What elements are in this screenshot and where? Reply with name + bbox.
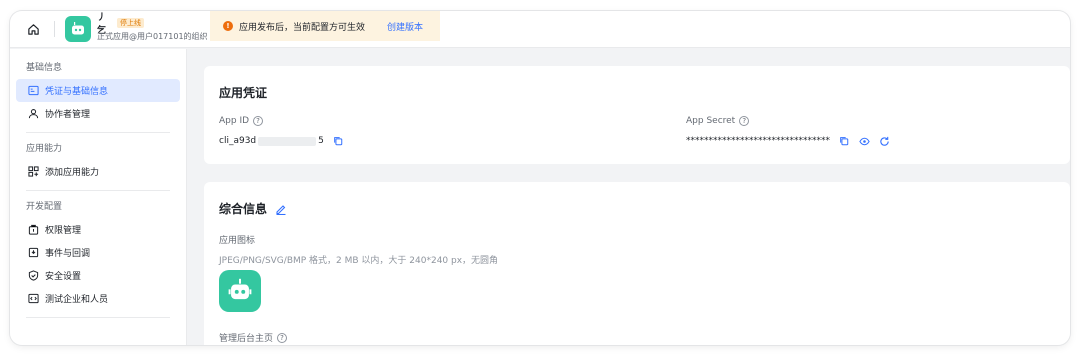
- sidebar-item-label: 测试企业和人员: [45, 295, 109, 305]
- general-info-card: 综合信息 应用图标 JPEG/PNG/SVG/BMP 格式，2 MB 以内，大于…: [204, 182, 1070, 345]
- app-secret-value: ********************************: [686, 135, 890, 147]
- sidebar-item-add-capability[interactable]: 添加应用能力: [16, 160, 180, 183]
- redacted-mask: [258, 136, 317, 146]
- sidebar-item-permissions[interactable]: 权限管理: [16, 218, 180, 241]
- user-icon: [27, 108, 39, 120]
- home-icon[interactable]: [20, 16, 46, 42]
- alert-icon: !: [223, 21, 233, 31]
- copy-icon[interactable]: [838, 135, 850, 147]
- app-icon-preview[interactable]: [219, 270, 261, 312]
- divider: [26, 317, 170, 318]
- status-badge: 停上线: [117, 17, 144, 28]
- admin-home-label: 管理后台主页 ?: [219, 331, 288, 344]
- credentials-card: 应用凭证 App ID ? cli_a93d 5 App Secret ? **…: [204, 66, 1070, 164]
- copy-icon[interactable]: [332, 135, 344, 147]
- refresh-icon[interactable]: [878, 135, 890, 147]
- card-title: 应用凭证: [219, 86, 268, 100]
- sidebar-item-security[interactable]: 安全设置: [16, 264, 180, 287]
- edit-icon[interactable]: [275, 203, 287, 215]
- secret-mask-text: ********************************: [686, 136, 830, 146]
- test-icon: [27, 293, 39, 305]
- app-icon-label: 应用图标: [219, 236, 256, 246]
- app-meta: 丿 乞 停上线 正式应用@用户017101的组织: [97, 13, 208, 42]
- notice-text: 应用发布后，当前配置方可生效: [239, 22, 366, 33]
- top-bar: 丿 乞 停上线 正式应用@用户017101的组织 ! 应用发布后，当前配置方可生…: [10, 11, 1070, 48]
- sidebar-item-label: 安全设置: [45, 272, 82, 282]
- divider: [26, 190, 170, 191]
- app-id-label: App ID ?: [219, 116, 264, 126]
- help-icon[interactable]: ?: [253, 116, 264, 126]
- app-secret-label: App Secret ?: [686, 116, 750, 126]
- sidebar-group-capabilities: 应用能力: [26, 144, 63, 154]
- sidebar-item-label: 添加应用能力: [45, 168, 100, 178]
- help-icon[interactable]: ?: [739, 116, 750, 126]
- app-id-suffix: 5: [318, 136, 324, 146]
- field-label-text: App ID: [219, 116, 250, 126]
- permission-icon: [27, 224, 39, 236]
- sidebar-item-events[interactable]: 事件与回调: [16, 241, 180, 264]
- field-label-text: App Secret: [686, 116, 736, 126]
- card-title-row: 综合信息: [219, 200, 287, 217]
- app-logo: [65, 16, 91, 42]
- sidebar-item-collaborators[interactable]: 协作者管理: [16, 102, 180, 125]
- app-id-prefix: cli_a93d: [219, 136, 257, 146]
- app-org: 正式应用@用户017101的组织: [97, 32, 208, 41]
- sidebar-item-label: 协作者管理: [45, 110, 91, 120]
- create-version-link[interactable]: 创建版本: [387, 20, 423, 33]
- publish-notice: ! 应用发布后，当前配置方可生效 创建版本: [210, 11, 440, 41]
- apps-icon: [27, 166, 39, 178]
- sidebar-group-dev: 开发配置: [26, 202, 63, 212]
- sidebar-item-label: 权限管理: [45, 226, 82, 236]
- sidebar-item-label: 事件与回调: [45, 249, 91, 259]
- credential-icon: [27, 85, 39, 97]
- app-id-value: cli_a93d 5: [219, 135, 344, 147]
- shield-icon: [27, 270, 39, 282]
- divider: [54, 21, 55, 37]
- app-window: 丿 乞 停上线 正式应用@用户017101的组织 ! 应用发布后，当前配置方可生…: [10, 11, 1070, 345]
- sidebar-group-basic: 基础信息: [26, 63, 63, 73]
- help-icon[interactable]: ?: [277, 332, 288, 343]
- sidebar-item-label: 凭证与基础信息: [45, 87, 109, 97]
- field-label-text: 管理后台主页: [219, 334, 274, 344]
- divider: [26, 132, 170, 133]
- icon-hint: JPEG/PNG/SVG/BMP 格式，2 MB 以内，大于 240*240 p…: [219, 256, 499, 266]
- sidebar-item-credentials[interactable]: 凭证与基础信息: [16, 79, 180, 102]
- eye-icon[interactable]: [858, 135, 870, 147]
- card-title: 综合信息: [219, 202, 268, 216]
- event-icon: [27, 247, 39, 259]
- sidebar-item-test-org[interactable]: 测试企业和人员: [16, 287, 180, 310]
- sidebar: 基础信息 凭证与基础信息 协作者管理 应用能力 添加应用能力 开发配置 权限管理…: [10, 49, 187, 345]
